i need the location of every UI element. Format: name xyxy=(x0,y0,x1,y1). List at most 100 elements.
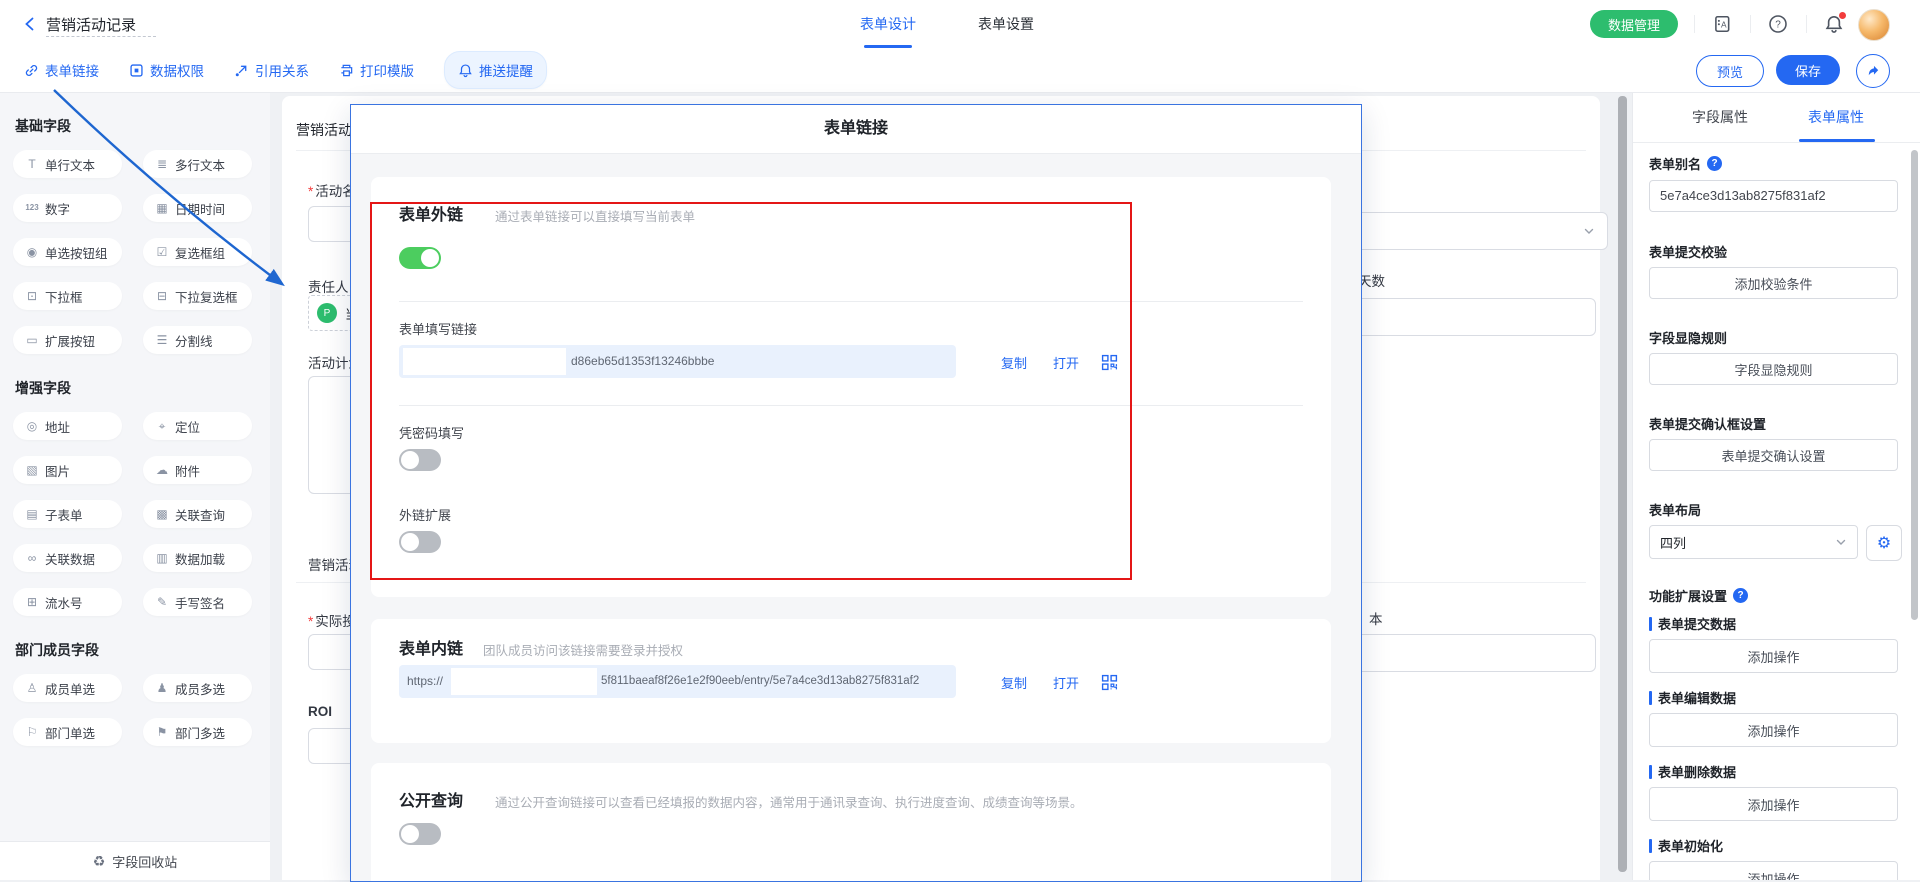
print-template-button[interactable]: 打印模版 xyxy=(339,60,414,80)
dropdown-multi-icon: ⊟ xyxy=(154,290,170,302)
people-icon: ♟ xyxy=(154,682,170,694)
item-label: 关联数据 xyxy=(45,549,95,568)
help-icon[interactable]: ? xyxy=(1768,14,1788,34)
sidebar-item-checkbox-group[interactable]: ☑复选框组 xyxy=(143,238,252,266)
label-text: 表单编辑数据 xyxy=(1658,688,1736,707)
field-visibility-button[interactable]: 字段显隐规则 xyxy=(1649,353,1898,385)
title-dashed-underline xyxy=(46,36,156,37)
sidebar-item-dept-multi[interactable]: ⚑部门多选 xyxy=(143,718,252,746)
add-validation-button[interactable]: 添加校验条件 xyxy=(1649,267,1898,299)
sidebar-item-location[interactable]: ⌖定位 xyxy=(143,412,252,440)
print-template-label: 打印模版 xyxy=(360,60,414,80)
help-icon[interactable]: ? xyxy=(1707,156,1722,171)
sidebar-item-number[interactable]: 123数字 xyxy=(13,194,122,222)
notification-bell-icon[interactable] xyxy=(1824,14,1844,34)
sidebar-item-linked-data[interactable]: ∞关联数据 xyxy=(13,544,122,572)
submit-data-add-button[interactable]: 添加操作 xyxy=(1649,639,1898,673)
form-link-label: 表单链接 xyxy=(45,60,99,80)
sidebar-item-address[interactable]: ◎地址 xyxy=(13,412,122,440)
location-target-icon: ⌖ xyxy=(154,420,170,432)
layout-settings-button[interactable]: ⚙ xyxy=(1866,525,1902,561)
sidebar-item-attachment[interactable]: ☁附件 xyxy=(143,456,252,484)
data-manage-button[interactable]: 数据管理 xyxy=(1590,10,1678,38)
preview-button[interactable]: 预览 xyxy=(1696,55,1764,87)
field-label-days: 天数 xyxy=(1358,270,1385,290)
label-text: 表单提交数据 xyxy=(1658,614,1736,633)
sidebar-item-linked-query[interactable]: ▩关联查询 xyxy=(143,500,252,528)
form-link-button[interactable]: 表单链接 xyxy=(24,60,99,80)
sidebar-item-subform[interactable]: ▤子表单 xyxy=(13,500,122,528)
fill-link-url-box[interactable]: d86eb65d1353f13246bbbe xyxy=(399,345,956,378)
copy-link-button[interactable]: 复制 xyxy=(1001,673,1027,692)
chevron-down-icon xyxy=(1835,536,1847,548)
sidebar-item-multi-line-text[interactable]: ≣多行文本 xyxy=(143,150,252,178)
field-recycle-bin[interactable]: ♻ 字段回收站 xyxy=(0,841,270,880)
section-title-dept-member-fields: 部门成员字段 xyxy=(15,640,256,660)
external-link-toggle[interactable] xyxy=(399,247,441,269)
printer-icon xyxy=(339,63,354,78)
serial-number-icon: ⊞ xyxy=(24,596,40,608)
sidebar-item-member-single[interactable]: ♙成员单选 xyxy=(13,674,122,702)
copy-link-button[interactable]: 复制 xyxy=(1001,353,1027,372)
single-line-text-icon: T xyxy=(24,158,40,170)
edit-data-add-button[interactable]: 添加操作 xyxy=(1649,713,1898,747)
header-tabs: 表单设计 表单设置 xyxy=(860,0,1034,48)
data-permission-label: 数据权限 xyxy=(150,60,204,80)
field-visibility-label: 字段显隐规则 xyxy=(1649,328,1727,347)
sidebar-item-serial-number[interactable]: ⊞流水号 xyxy=(13,588,122,616)
sidebar-item-dept-single[interactable]: ⚐部门单选 xyxy=(13,718,122,746)
field-label-text-partial: 本 xyxy=(1369,608,1383,628)
back-button[interactable] xyxy=(22,16,38,32)
internal-link-card: 表单内链 团队成员访问该链接需要登录并授权 https:// 5f811baea… xyxy=(371,619,1331,743)
external-link-desc: 通过表单链接可以直接填写当前表单 xyxy=(495,206,695,225)
sidebar-item-datetime[interactable]: ▦日期时间 xyxy=(143,194,252,222)
internal-link-url-box[interactable]: https:// 5f811baeaf8f26e1e2f90eeb/entry/… xyxy=(399,665,956,698)
qr-code-icon[interactable] xyxy=(1101,354,1118,371)
open-link-button[interactable]: 打开 xyxy=(1053,353,1079,372)
sidebar-item-signature[interactable]: ✎手写签名 xyxy=(143,588,252,616)
tab-form-settings[interactable]: 表单设置 xyxy=(978,0,1034,48)
item-label: 下拉复选框 xyxy=(175,287,238,306)
tab-field-properties[interactable]: 字段属性 xyxy=(1665,92,1775,142)
tab-form-design[interactable]: 表单设计 xyxy=(860,0,916,48)
help-icon[interactable]: ? xyxy=(1733,588,1748,603)
sidebar-item-single-line-text[interactable]: T单行文本 xyxy=(13,150,122,178)
window-scrollbar[interactable] xyxy=(1911,150,1918,620)
data-permission-button[interactable]: 数据权限 xyxy=(129,60,204,80)
open-link-button[interactable]: 打开 xyxy=(1053,673,1079,692)
sidebar-item-dropdown-multi[interactable]: ⊟ 下拉复选框 xyxy=(143,282,252,310)
reference-relation-button[interactable]: 引用关系 xyxy=(234,60,309,80)
password-fill-toggle[interactable] xyxy=(399,449,441,471)
form-layout-select[interactable]: 四列 xyxy=(1649,525,1858,559)
sidebar-item-dropdown[interactable]: ⊡下拉框 xyxy=(13,282,122,310)
sidebar-item-radio-group[interactable]: ◉单选按钮组 xyxy=(13,238,122,266)
delete-data-add-button[interactable]: 添加操作 xyxy=(1649,787,1898,821)
sidebar-item-member-multi[interactable]: ♟成员多选 xyxy=(143,674,252,702)
submit-confirm-button[interactable]: 表单提交确认设置 xyxy=(1649,439,1898,471)
item-label: 分割线 xyxy=(175,331,213,350)
top-header: 营销活动记录 表单设计 表单设置 数据管理 A ? xyxy=(0,0,1920,49)
canvas-scrollbar[interactable] xyxy=(1618,96,1627,872)
required-star: * xyxy=(308,184,313,199)
sidebar-item-extend-button[interactable]: ▭扩展按钮 xyxy=(13,326,122,354)
submit-confirm-label: 表单提交确认框设置 xyxy=(1649,414,1766,433)
form-alias-input[interactable]: 5e7a4ce3d13ab8275f831af2 xyxy=(1649,180,1898,212)
sidebar-item-data-load[interactable]: ▥数据加载 xyxy=(143,544,252,572)
sidebar-item-image[interactable]: ▧图片 xyxy=(13,456,122,484)
push-reminder-button[interactable]: 推送提醒 xyxy=(444,51,547,89)
number-icon: 123 xyxy=(24,204,40,212)
public-query-desc: 通过公开查询链接可以查看已经填报的数据内容，通常用于通讯录查询、执行进度查询、成… xyxy=(495,792,1083,811)
card-divider xyxy=(399,301,1303,302)
sidebar-item-divider-line[interactable]: ☰分割线 xyxy=(143,326,252,354)
share-button[interactable] xyxy=(1856,54,1890,88)
form-init-add-button[interactable]: 添加操作 xyxy=(1649,861,1898,880)
header-separator xyxy=(1694,15,1695,33)
dept-flag-icon: ⚐ xyxy=(24,726,40,738)
avatar[interactable] xyxy=(1858,9,1890,41)
contacts-book-icon[interactable]: A xyxy=(1712,14,1732,34)
public-query-toggle[interactable] xyxy=(399,823,441,845)
extend-link-toggle[interactable] xyxy=(399,531,441,553)
save-button[interactable]: 保存 xyxy=(1776,55,1840,85)
qr-code-icon[interactable] xyxy=(1101,674,1118,691)
tab-form-properties[interactable]: 表单属性 xyxy=(1781,92,1891,142)
